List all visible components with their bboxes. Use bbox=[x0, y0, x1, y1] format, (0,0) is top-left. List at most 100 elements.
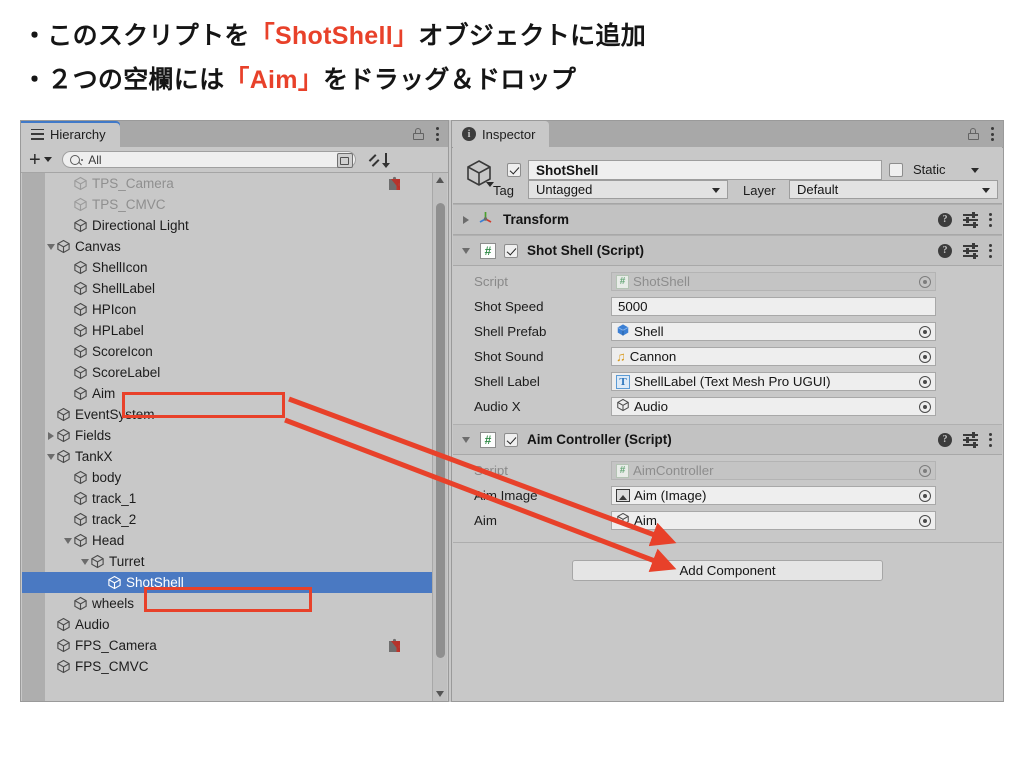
component-header-aim-controller-script[interactable]: # Aim Controller (Script)? bbox=[453, 424, 1002, 455]
object-picker-icon[interactable] bbox=[919, 326, 931, 338]
field-value-text: Shell bbox=[634, 324, 664, 339]
help-icon[interactable]: ? bbox=[938, 212, 952, 227]
object-picker-icon[interactable] bbox=[919, 465, 931, 477]
object-picker-icon[interactable] bbox=[919, 515, 931, 527]
field-value-shot-speed[interactable]: 5000 bbox=[611, 297, 936, 316]
hierarchy-item-eventsystem[interactable]: EventSystem bbox=[22, 404, 434, 425]
preset-icon[interactable] bbox=[963, 212, 978, 228]
hierarchy-item-track-1[interactable]: track_1 bbox=[22, 488, 434, 509]
sort-button[interactable] bbox=[368, 151, 390, 169]
hierarchy-item-turret[interactable]: Turret bbox=[22, 551, 434, 572]
tab-hierarchy[interactable]: Hierarchy bbox=[21, 121, 120, 147]
object-picker-icon[interactable] bbox=[919, 276, 931, 288]
field-value-aim-image[interactable]: Aim (Image) bbox=[611, 486, 936, 505]
gameobject-name-field[interactable]: ShotShell bbox=[528, 160, 882, 180]
field-value-text: ShotShell bbox=[633, 274, 690, 289]
chevron-down-icon[interactable] bbox=[45, 243, 56, 250]
more-options-icon[interactable] bbox=[989, 212, 993, 227]
hierarchy-item-audio[interactable]: Audio bbox=[22, 614, 434, 635]
field-value-script[interactable]: # ShotShell bbox=[611, 272, 936, 291]
component-enabled-checkbox[interactable] bbox=[504, 432, 518, 447]
tab-hierarchy-label: Hierarchy bbox=[50, 126, 106, 142]
field-value-script[interactable]: # AimController bbox=[611, 461, 936, 480]
hierarchy-item-fps-cmvc[interactable]: FPS_CMVC bbox=[22, 656, 434, 677]
chevron-right-icon[interactable] bbox=[45, 431, 56, 440]
search-input[interactable]: All bbox=[61, 151, 356, 168]
unity-editor-window: Hierarchy + All TPS_Camera TPS_CMVC Dire… bbox=[20, 120, 1004, 702]
hierarchy-item-label: FPS_CMVC bbox=[75, 659, 149, 674]
hierarchy-item-fps-camera[interactable]: FPS_Camera bbox=[22, 635, 434, 656]
static-dropdown-icon[interactable] bbox=[971, 168, 979, 173]
search-scope-icon[interactable] bbox=[336, 153, 353, 168]
tag-dropdown[interactable]: Untagged bbox=[528, 180, 728, 199]
preset-icon[interactable] bbox=[963, 432, 978, 448]
component-header-shot-shell-script[interactable]: # Shot Shell (Script)? bbox=[453, 235, 1002, 266]
help-icon[interactable]: ? bbox=[938, 432, 952, 447]
hierarchy-item-body[interactable]: body bbox=[22, 467, 434, 488]
chevron-down-icon[interactable] bbox=[79, 558, 90, 565]
more-options-icon[interactable] bbox=[989, 432, 993, 447]
hierarchy-item-wheels[interactable]: wheels bbox=[22, 593, 434, 614]
more-options-icon[interactable] bbox=[991, 127, 995, 141]
hierarchy-item-tps-camera[interactable]: TPS_Camera bbox=[22, 173, 434, 194]
hierarchy-item-scorelabel[interactable]: ScoreLabel bbox=[22, 362, 434, 383]
add-component-button[interactable]: Add Component bbox=[572, 560, 883, 581]
field-row-audio-x: Audio X Audio bbox=[453, 394, 1002, 419]
hierarchy-item-tps-cmvc[interactable]: TPS_CMVC bbox=[22, 194, 434, 215]
chevron-down-icon bbox=[43, 157, 52, 162]
layer-dropdown[interactable]: Default bbox=[789, 180, 998, 199]
hierarchy-item-fields[interactable]: Fields bbox=[22, 425, 434, 446]
field-row-shot-speed: Shot Speed 5000 bbox=[453, 294, 1002, 319]
hierarchy-item-label: ScoreLabel bbox=[92, 365, 161, 380]
chevron-down-icon bbox=[982, 188, 990, 193]
field-value-shell-label[interactable]: T ShellLabel (Text Mesh Pro UGUI) bbox=[611, 372, 936, 391]
hierarchy-scrollbar[interactable] bbox=[432, 173, 447, 701]
chevron-down-icon[interactable] bbox=[62, 537, 73, 544]
component-header-transform[interactable]: Transform? bbox=[453, 204, 1002, 235]
field-value-shell-prefab[interactable]: Shell bbox=[611, 322, 936, 341]
object-picker-icon[interactable] bbox=[919, 490, 931, 502]
chevron-down-icon[interactable] bbox=[460, 247, 471, 254]
hierarchy-item-hpicon[interactable]: HPIcon bbox=[22, 299, 434, 320]
scroll-down-arrow-icon[interactable] bbox=[433, 687, 447, 701]
field-value-audio-x[interactable]: Audio bbox=[611, 397, 936, 416]
hierarchy-item-shellicon[interactable]: ShellIcon bbox=[22, 257, 434, 278]
field-value-shot-sound[interactable]: ♫ Cannon bbox=[611, 347, 936, 366]
hierarchy-item-head[interactable]: Head bbox=[22, 530, 434, 551]
instruction-line-1-part-b: オブジェクトに追加 bbox=[418, 22, 646, 50]
lock-icon[interactable] bbox=[968, 128, 979, 140]
lock-icon[interactable] bbox=[413, 128, 424, 140]
hierarchy-item-canvas[interactable]: Canvas bbox=[22, 236, 434, 257]
object-picker-icon[interactable] bbox=[919, 401, 931, 413]
hierarchy-tree[interactable]: TPS_Camera TPS_CMVC Directional Light Ca… bbox=[22, 173, 434, 701]
hierarchy-item-scoreicon[interactable]: ScoreIcon bbox=[22, 341, 434, 362]
component-enabled-checkbox[interactable] bbox=[504, 243, 518, 258]
field-row-script: Script # ShotShell bbox=[453, 269, 1002, 294]
static-checkbox[interactable] bbox=[889, 163, 903, 177]
hierarchy-item-directional-light[interactable]: Directional Light bbox=[22, 215, 434, 236]
more-options-icon[interactable] bbox=[989, 243, 993, 258]
create-object-button[interactable]: + bbox=[21, 150, 52, 170]
hierarchy-tab-icons bbox=[413, 121, 440, 147]
preset-icon[interactable] bbox=[963, 243, 978, 259]
tab-inspector[interactable]: i Inspector bbox=[452, 121, 550, 147]
hierarchy-item-aim[interactable]: Aim bbox=[22, 383, 434, 404]
hierarchy-item-track-2[interactable]: track_2 bbox=[22, 509, 434, 530]
gameobject-cube-icon bbox=[73, 470, 88, 485]
object-picker-icon[interactable] bbox=[919, 351, 931, 363]
gameobject-enabled-checkbox[interactable] bbox=[507, 163, 521, 177]
hierarchy-item-shotshell[interactable]: ShotShell bbox=[22, 572, 434, 593]
hierarchy-item-shelllabel[interactable]: ShellLabel bbox=[22, 278, 434, 299]
component-header-icons: ? bbox=[938, 236, 993, 265]
scroll-up-arrow-icon[interactable] bbox=[433, 173, 447, 187]
chevron-down-icon[interactable] bbox=[45, 453, 56, 460]
hierarchy-item-hplabel[interactable]: HPLabel bbox=[22, 320, 434, 341]
chevron-down-icon[interactable] bbox=[460, 436, 471, 443]
chevron-right-icon[interactable] bbox=[460, 215, 471, 224]
scrollbar-thumb[interactable] bbox=[436, 203, 445, 658]
object-picker-icon[interactable] bbox=[919, 376, 931, 388]
help-icon[interactable]: ? bbox=[938, 243, 952, 258]
hierarchy-item-tankx[interactable]: TankX bbox=[22, 446, 434, 467]
more-options-icon[interactable] bbox=[436, 127, 440, 141]
field-value-aim[interactable]: Aim bbox=[611, 511, 936, 530]
